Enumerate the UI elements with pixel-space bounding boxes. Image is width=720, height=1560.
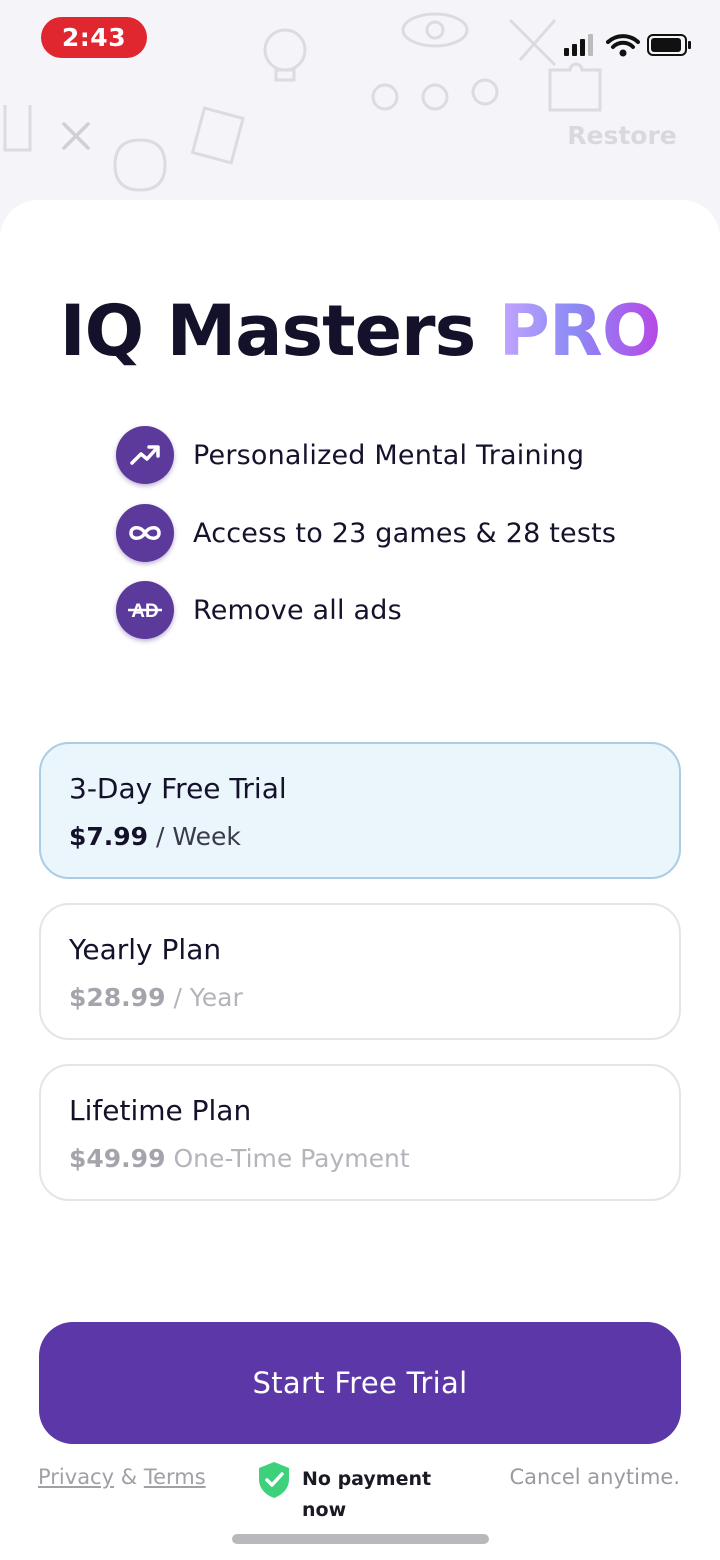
wifi-icon (606, 34, 640, 57)
plan-price: $49.99 (69, 1144, 166, 1173)
title-pro: PRO (498, 290, 662, 372)
plan-option-lifetime[interactable]: Lifetime Plan $49.99 One-Time Payment (39, 1064, 681, 1201)
doodle-gears-icon (371, 78, 499, 111)
feature-label: Remove all ads (193, 594, 402, 626)
feature-item-access: Access to 23 games & 28 tests (116, 504, 616, 562)
links-separator: & (120, 1465, 138, 1489)
plan-period: One-Time Payment (173, 1144, 410, 1173)
plan-period: / Year (173, 983, 243, 1012)
battery-icon (647, 34, 691, 56)
status-icons (564, 34, 691, 57)
doodle-flask-icon (3, 105, 32, 152)
terms-link[interactable]: Terms (144, 1465, 206, 1489)
plan-name: 3-Day Free Trial (69, 772, 287, 805)
legal-links: Privacy & Terms (38, 1465, 206, 1489)
no-ads-icon: AD (116, 581, 174, 639)
cellular-signal-icon (564, 34, 593, 56)
plan-option-yearly[interactable]: Yearly Plan $28.99 / Year (39, 903, 681, 1040)
close-icon[interactable] (56, 116, 96, 156)
plan-period: / Week (156, 822, 241, 851)
start-free-trial-button[interactable]: Start Free Trial (39, 1322, 681, 1444)
shield-check-icon (259, 1462, 289, 1498)
plan-price-row: $7.99 / Week (69, 822, 241, 851)
doodle-book-icon (190, 106, 245, 165)
doodle-brain-icon (113, 138, 167, 192)
no-payment-text: No payment now (302, 1468, 432, 1521)
plan-price-row: $28.99 / Year (69, 983, 243, 1012)
plan-name: Yearly Plan (69, 933, 222, 966)
plan-price: $7.99 (69, 822, 149, 851)
feature-label: Access to 23 games & 28 tests (193, 517, 617, 549)
doodle-lightbulb-icon (263, 28, 307, 82)
restore-button[interactable]: Restore (560, 118, 684, 154)
cancel-anytime-text: Cancel anytime. (509, 1465, 680, 1489)
plan-price-row: $49.99 One-Time Payment (69, 1144, 410, 1173)
feature-item-training: Personalized Mental Training (116, 426, 584, 484)
page-title: IQ Masters PRO (0, 290, 720, 372)
trending-up-icon (116, 426, 174, 484)
feature-label: Personalized Mental Training (193, 439, 585, 471)
title-main: IQ Masters (59, 290, 477, 372)
doodle-tools-icon (508, 18, 557, 67)
plan-name: Lifetime Plan (69, 1094, 252, 1127)
privacy-link[interactable]: Privacy (38, 1465, 114, 1489)
status-time: 2:43 (41, 17, 147, 58)
plan-price: $28.99 (69, 983, 166, 1012)
home-indicator[interactable] (232, 1534, 489, 1544)
feature-item-ads: AD Remove all ads (116, 581, 402, 639)
svg-text:AD: AD (131, 601, 158, 622)
doodle-eye-icon (401, 12, 469, 48)
infinity-icon (116, 504, 174, 562)
plan-option-free-trial[interactable]: 3-Day Free Trial $7.99 / Week (39, 742, 681, 879)
no-payment-notice: No payment now (256, 1460, 456, 1530)
